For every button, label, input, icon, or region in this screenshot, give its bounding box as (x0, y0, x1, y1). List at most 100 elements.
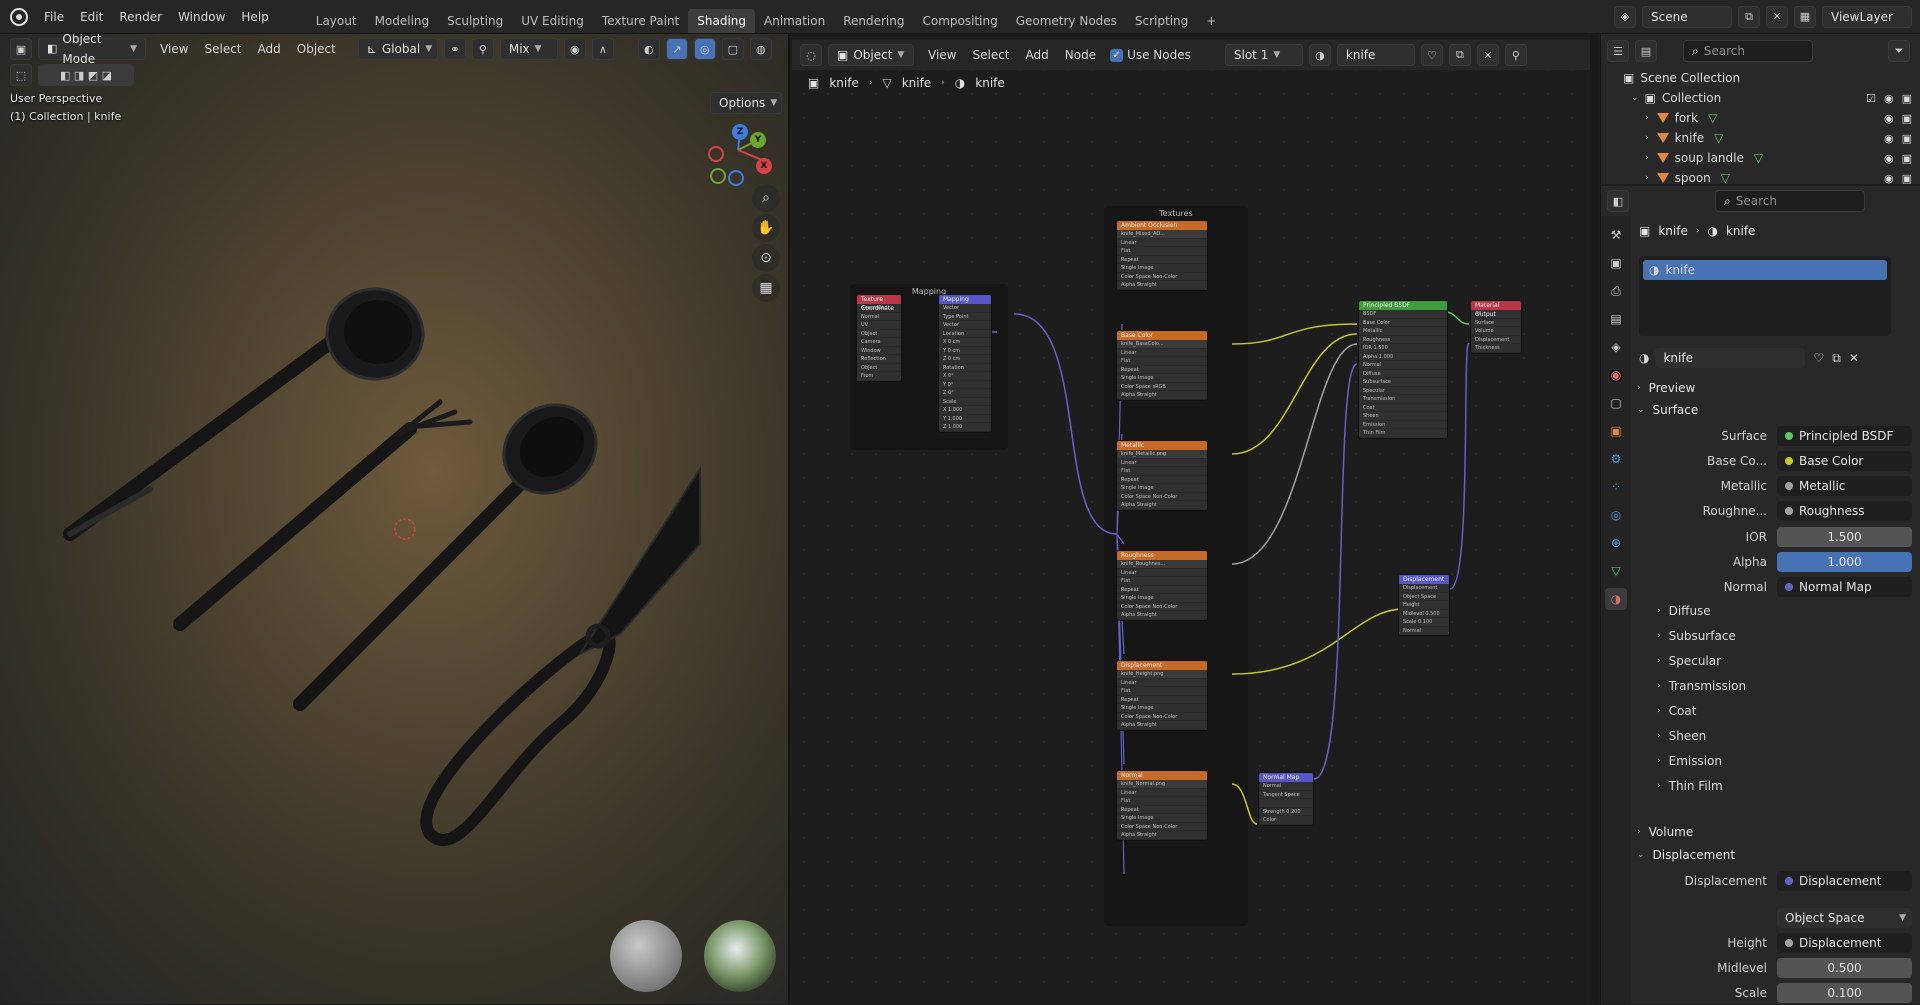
hdri-sphere-icon[interactable] (704, 920, 776, 992)
subpanel-transmission[interactable]: › Transmission (1657, 675, 1912, 697)
editor-type-icon[interactable]: ☰ (1607, 40, 1629, 62)
view-layer-tab-icon[interactable]: ▤ (1605, 308, 1627, 330)
scale-field[interactable]: 0.100 (1777, 983, 1912, 1003)
scene-icon[interactable]: ◈ (1614, 5, 1636, 28)
menu-render[interactable]: Render (111, 6, 170, 28)
add-workspace-button[interactable]: + (1197, 9, 1225, 33)
use-nodes-toggle[interactable]: ✓ Use Nodes (1110, 48, 1191, 62)
outliner-item-soup-landle[interactable]: › soup landle ▽ ◉ ▣ (1601, 148, 1920, 168)
subpanel-thin-film[interactable]: › Thin Film (1657, 775, 1912, 797)
scene-tab-icon[interactable]: ◈ (1605, 336, 1627, 358)
eye-icon[interactable]: ◉ (1884, 92, 1894, 105)
node-tex-metal[interactable]: Metallic knife_Metallic.png Linear Flat Repe… (1116, 440, 1208, 511)
new-scene-icon[interactable]: ⧉ (1738, 5, 1760, 28)
chevron-down-icon[interactable]: ⌄ (1631, 93, 1639, 103)
render-tab-icon[interactable]: ▣ (1605, 252, 1627, 274)
node-editor-scrollbar[interactable] (1590, 34, 1598, 1004)
checkbox-icon[interactable]: ✓ (1110, 48, 1124, 62)
tab-compositing[interactable]: Compositing (913, 9, 1006, 33)
slot-selector[interactable]: Slot 1 ▼ (1224, 44, 1303, 66)
node-menu-select[interactable]: Select (964, 44, 1017, 66)
node-tex-normal[interactable]: Normal knife_Normal.png Linear Flat Repeat Si… (1116, 770, 1208, 841)
node-output[interactable]: Material Output All Surface Volume Displacem… (1470, 300, 1522, 354)
tab-animation[interactable]: Animation (755, 9, 834, 33)
node-bsdf[interactable]: Principled BSDF BSDF Base Color Metallic Rou… (1358, 300, 1448, 439)
midlevel-field[interactable]: 0.500 (1777, 958, 1912, 978)
material-slot-item[interactable]: ◑ knife (1643, 260, 1887, 280)
subpanel-diffuse[interactable]: › Diffuse (1657, 600, 1912, 622)
chevron-right-icon[interactable]: › (1645, 153, 1649, 163)
node-image-file[interactable]: knife_BaseColo... (1117, 340, 1207, 349)
chevron-right-icon[interactable]: › (1645, 133, 1649, 143)
height-field[interactable]: Displacement (1777, 933, 1912, 953)
displacement-panel-header[interactable]: ⌄ Displacement (1637, 844, 1912, 866)
node-displacement[interactable]: Displacement Displacement Object Space Heig… (1398, 574, 1450, 636)
menu-help[interactable]: Help (233, 6, 276, 28)
ior-field[interactable]: 1.500 (1777, 527, 1912, 547)
display-mode-icon[interactable]: ▤ (1635, 40, 1657, 62)
displacement-field[interactable]: Displacement (1777, 871, 1912, 891)
properties-editor[interactable]: ◧ ⌕ Search ⚒ ▣ ⎙ ▤ ◈ ◉ ▢ ▣ ⚙ ⁘ ◎ ⊕ ▽ ◑ ▣ k… (1600, 186, 1920, 1004)
node-tex-rough[interactable]: Roughness knife_Roughnes... Linear Flat Repe… (1116, 550, 1208, 621)
constraints-tab-icon[interactable]: ⊕ (1605, 532, 1627, 554)
duplicate-material-icon[interactable]: ⧉ (1448, 44, 1471, 66)
modifier-tab-icon[interactable]: ⚙ (1605, 448, 1627, 470)
tab-geometry-nodes[interactable]: Geometry Nodes (1007, 9, 1126, 33)
physics-tab-icon[interactable]: ◎ (1605, 504, 1627, 526)
particles-tab-icon[interactable]: ⁘ (1605, 476, 1627, 498)
surface-panel-header[interactable]: ⌄ Surface (1637, 399, 1912, 421)
tool-tab-icon[interactable]: ⚒ (1605, 224, 1627, 246)
editor-type-icon[interactable]: ◧ (1607, 190, 1629, 212)
tab-scripting[interactable]: Scripting (1126, 9, 1197, 33)
tab-modeling[interactable]: Modeling (366, 9, 439, 33)
alpha-field[interactable]: 1.000 (1777, 552, 1912, 572)
node-image-file[interactable]: knife_Roughnes... (1117, 560, 1207, 569)
properties-search-input[interactable]: ⌕ Search (1715, 190, 1865, 212)
subpanel-emission[interactable]: › Emission (1657, 750, 1912, 772)
outliner-item-spoon[interactable]: › spoon ▽ ◉ ▣ (1601, 168, 1920, 188)
world-tab-icon[interactable]: ◉ (1605, 364, 1627, 386)
shader-type-selector[interactable]: ▣ Object ▼ (828, 44, 914, 66)
fake-user-icon[interactable]: ♡ (1813, 351, 1824, 365)
camera-icon[interactable]: ▣ (1902, 172, 1912, 185)
tab-sculpting[interactable]: Sculpting (438, 9, 512, 33)
node-image-file[interactable]: knife_Normal.png (1117, 780, 1207, 789)
camera-icon[interactable]: ▣ (1902, 92, 1912, 105)
view-layer-field[interactable]: ViewLayer (1822, 5, 1912, 28)
node-menu-node[interactable]: Node (1057, 44, 1104, 66)
space-dropdown[interactable]: Object Space ▼ (1777, 908, 1912, 928)
surface-input-field[interactable]: Principled BSDF (1777, 426, 1912, 446)
delete-scene-icon[interactable]: ✕ (1766, 5, 1788, 28)
tab-shading[interactable]: Shading (688, 9, 755, 33)
eye-icon[interactable]: ◉ (1884, 152, 1894, 165)
node-normalmap[interactable]: Normal Map Normal Tangent Space Strength 0.… (1258, 772, 1314, 826)
camera-icon[interactable]: ▣ (1902, 112, 1912, 125)
duplicate-material-icon[interactable]: ⧉ (1832, 351, 1841, 366)
chevron-right-icon[interactable]: › (1645, 173, 1649, 183)
filter-icon[interactable]: ⏷ (1888, 40, 1910, 62)
surface-input-field[interactable]: Metallic (1777, 476, 1912, 496)
node-tex-base[interactable]: Base Color knife_BaseColo... Linear Flat Rep… (1116, 330, 1208, 401)
unlink-material-icon[interactable]: ✕ (1476, 44, 1499, 66)
blender-logo-icon[interactable] (10, 7, 28, 26)
mesh-data-icon[interactable]: ▽ (1708, 111, 1717, 125)
eye-icon[interactable]: ◉ (1884, 132, 1894, 145)
node-tex-ao[interactable]: Ambient Occlusion knife_Mixed_AO... Linear… (1116, 220, 1208, 291)
collection-row[interactable]: ⌄ ▣ Collection ☑ ◉ ▣ (1601, 88, 1920, 108)
material-browse-icon[interactable]: ◑ (1308, 44, 1331, 66)
surface-input-field[interactable]: Roughness (1777, 501, 1912, 521)
material-browse-icon[interactable]: ◑ (1639, 351, 1649, 365)
mesh-data-icon[interactable]: ▽ (1721, 171, 1730, 185)
menu-edit[interactable]: Edit (72, 6, 111, 28)
3d-viewport[interactable]: ▣ ◧ Object Mode ▼ View Select Add Object ⊾ Glo… (0, 34, 790, 1004)
outliner-search-input[interactable]: ⌕ Search (1683, 40, 1813, 62)
fake-user-icon[interactable]: ♡ (1420, 44, 1443, 66)
camera-icon[interactable]: ▣ (1902, 132, 1912, 145)
material-slot-list[interactable]: ◑ knife (1639, 256, 1891, 336)
subpanel-subsurface[interactable]: › Subsurface (1657, 625, 1912, 647)
view-layer-icon[interactable]: ▦ (1794, 5, 1816, 28)
eye-icon[interactable]: ◉ (1884, 172, 1894, 185)
normal-field[interactable]: Normal Map (1777, 577, 1912, 597)
tab-texture-paint[interactable]: Texture Paint (593, 9, 688, 33)
outliner-item-knife[interactable]: › knife ▽ ◉ ▣ (1601, 128, 1920, 148)
